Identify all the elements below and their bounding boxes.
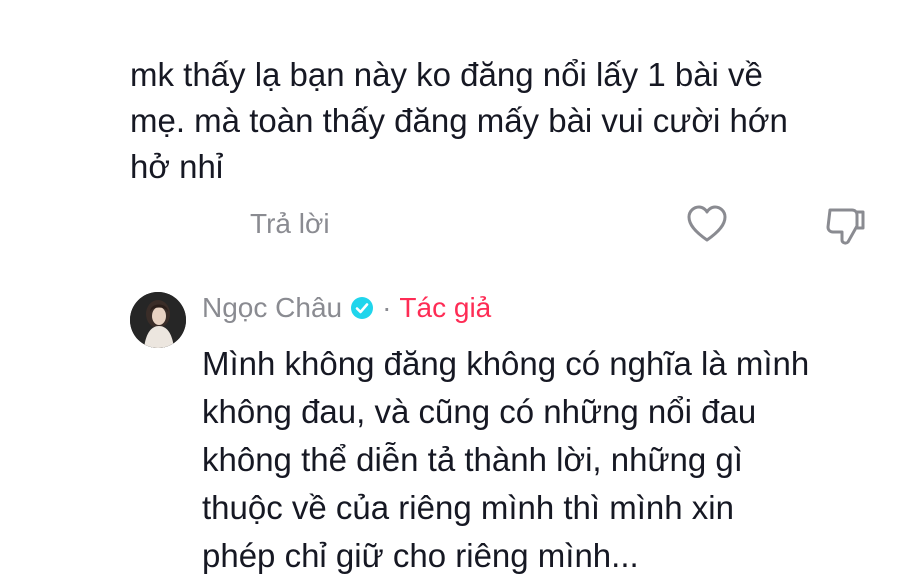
- reply-line: Mình không đăng không có nghĩa là mình: [202, 345, 810, 382]
- author-row: Ngọc Châu · Tác giả: [202, 288, 491, 328]
- heart-icon: [687, 205, 727, 242]
- avatar[interactable]: [130, 292, 186, 348]
- reply-text: Mình không đăng không có nghĩa là mình k…: [202, 340, 892, 580]
- comment-item: mk thấy lạ bạn này ko đăng nổi lấy 1 bài…: [130, 52, 870, 190]
- comment-line: mk thấy lạ bạn này ko đăng nổi lấy 1 bài…: [130, 56, 763, 93]
- thumbs-down-icon: [826, 208, 865, 245]
- comment-text: mk thấy lạ bạn này ko đăng nổi lấy 1 bài…: [130, 52, 870, 190]
- reply-line: không thể diễn tả thành lời, những gì: [202, 441, 743, 478]
- reply-button[interactable]: Trả lời: [250, 208, 330, 240]
- comment-line: mẹ. mà toàn thấy đăng mấy bài vui cười h…: [130, 102, 788, 139]
- reply-line: thuộc về của riêng mình thì mình xin: [202, 489, 734, 526]
- reply-line: phép chỉ giữ cho riêng mình...: [202, 537, 639, 574]
- verified-icon: [351, 297, 374, 319]
- author-tag: Tác giả: [399, 292, 492, 323]
- dislike-button[interactable]: [824, 204, 866, 246]
- separator-dot: ·: [382, 292, 392, 323]
- like-button[interactable]: [686, 204, 728, 244]
- reply-line: không đau, và cũng có những nổi đau: [202, 393, 757, 430]
- comment-line: hở nhỉ: [130, 148, 224, 185]
- author-name[interactable]: Ngọc Châu: [202, 292, 342, 324]
- comment-actions: Trả lời: [250, 202, 870, 246]
- avatar-image: [130, 292, 186, 348]
